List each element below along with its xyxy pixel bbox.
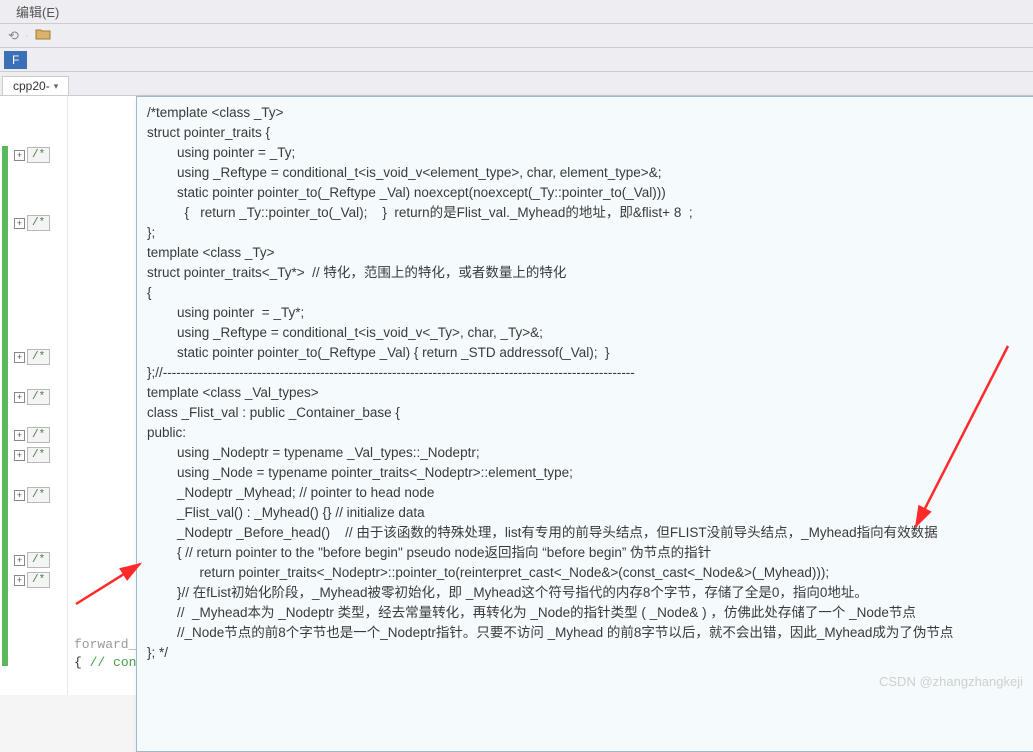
gutter-row: +/* bbox=[0, 146, 67, 164]
tooltip-line: _Nodeptr _Myhead; // pointer to head nod… bbox=[147, 483, 1033, 503]
folded-comment-marker[interactable]: /* bbox=[27, 552, 50, 568]
tooltip-line: };//------------------------------------… bbox=[147, 363, 1033, 383]
folded-comment-marker[interactable]: /* bbox=[27, 349, 50, 365]
tooltip-line: // _Myhead本为 _Nodeptr 类型，经去常量转化，再转化为 _No… bbox=[147, 603, 1033, 623]
folded-comment-marker[interactable]: /* bbox=[27, 215, 50, 231]
gutter-row: +/* bbox=[0, 551, 67, 569]
tooltip-line: struct pointer_traits { bbox=[147, 123, 1033, 143]
gutter-row: +/* bbox=[0, 348, 67, 366]
tooltip-line: public: bbox=[147, 423, 1033, 443]
tooltip-line: using pointer = _Ty*; bbox=[147, 303, 1033, 323]
folded-comment-marker[interactable]: /* bbox=[27, 389, 50, 405]
tab-cpp20[interactable]: cpp20- ▾ bbox=[2, 76, 69, 95]
tooltip-line: using _Node = typename pointer_traits<_N… bbox=[147, 463, 1033, 483]
gutter-row: +/* bbox=[0, 486, 67, 504]
tooltip-line: { bbox=[147, 283, 1033, 303]
tooltip-line: using _Reftype = conditional_t<is_void_v… bbox=[147, 323, 1033, 343]
tooltip-line: _Nodeptr _Before_head() // 由于该函数的特殊处理，li… bbox=[147, 523, 1033, 543]
tab-label: cpp20- bbox=[13, 79, 50, 93]
tooltip-line: static pointer pointer_to(_Reftype _Val)… bbox=[147, 183, 1033, 203]
toolbar-row-1: ⟲ · bbox=[0, 24, 1033, 48]
code-surface[interactable]: forward_list(_CRT_GUARDOVERFLOW size_typ… bbox=[68, 96, 1033, 695]
gutter: +/*+/*+/*+/*+/*+/*+/*+/*+/* bbox=[0, 96, 68, 695]
tooltip-line: static pointer pointer_to(_Reftype _Val)… bbox=[147, 343, 1033, 363]
fold-toggle[interactable]: + bbox=[14, 392, 25, 403]
folded-comment-marker[interactable]: /* bbox=[27, 487, 50, 503]
gutter-row: +/* bbox=[0, 426, 67, 444]
tooltip-line: class _Flist_val : public _Container_bas… bbox=[147, 403, 1033, 423]
watermark: CSDN @zhangzhangkeji bbox=[879, 674, 1023, 689]
folded-comment-marker[interactable]: /* bbox=[27, 147, 50, 163]
folded-comment-marker[interactable]: /* bbox=[27, 447, 50, 463]
tooltip-line: { return _Ty::pointer_to(_Val); } return… bbox=[147, 203, 1033, 223]
fold-toggle[interactable]: + bbox=[14, 490, 25, 501]
tooltip-line: struct pointer_traits<_Ty*> // 特化，范围上的特化… bbox=[147, 263, 1033, 283]
tooltip-line: using _Reftype = conditional_t<is_void_v… bbox=[147, 163, 1033, 183]
menu-bar: 编辑(E) bbox=[0, 0, 1033, 24]
tab-bar: cpp20- ▾ bbox=[0, 72, 1033, 96]
fold-toggle[interactable]: + bbox=[14, 150, 25, 161]
fold-toggle[interactable]: + bbox=[14, 218, 25, 229]
gutter-row: +/* bbox=[0, 214, 67, 232]
tooltip-line: }; */ bbox=[147, 643, 1033, 663]
tooltip-line: { // return pointer to the "before begin… bbox=[147, 543, 1033, 563]
code-editor[interactable]: +/*+/*+/*+/*+/*+/*+/*+/*+/* forward_list… bbox=[0, 96, 1033, 695]
gutter-row: +/* bbox=[0, 446, 67, 464]
tooltip-line: template <class _Ty> bbox=[147, 243, 1033, 263]
fold-toggle[interactable]: + bbox=[14, 430, 25, 441]
toolbar-row-2: F bbox=[0, 48, 1033, 72]
fold-toggle[interactable]: + bbox=[14, 575, 25, 586]
gutter-row: +/* bbox=[0, 571, 67, 589]
tooltip-line: using _Nodeptr = typename _Val_types::_N… bbox=[147, 443, 1033, 463]
tooltip-line: //_Node节点的前8个字节也是一个_Nodeptr指针。只要不访问 _Myh… bbox=[147, 623, 1033, 643]
fold-toggle[interactable]: + bbox=[14, 555, 25, 566]
tooltip-line: /*template <class _Ty> bbox=[147, 103, 1033, 123]
gutter-row: +/* bbox=[0, 388, 67, 406]
fold-toggle[interactable]: + bbox=[14, 352, 25, 363]
tooltip-panel: /*template <class _Ty>struct pointer_tra… bbox=[136, 96, 1033, 752]
f-button[interactable]: F bbox=[4, 51, 27, 69]
folder-icon[interactable] bbox=[35, 28, 51, 43]
folded-comment-marker[interactable]: /* bbox=[27, 427, 50, 443]
tooltip-line: template <class _Val_types> bbox=[147, 383, 1033, 403]
menu-edit[interactable]: 编辑(E) bbox=[8, 0, 67, 23]
tooltip-line: using pointer = _Ty; bbox=[147, 143, 1033, 163]
history-back-icon[interactable]: ⟲ bbox=[8, 28, 19, 44]
folded-comment-marker[interactable]: /* bbox=[27, 572, 50, 588]
tooltip-line: }; bbox=[147, 223, 1033, 243]
tooltip-line: }// 在fList初始化阶段，_Myhead被零初始化，即 _Myhead这个… bbox=[147, 583, 1033, 603]
tooltip-line: _Flist_val() : _Myhead() {} // initializ… bbox=[147, 503, 1033, 523]
fold-toggle[interactable]: + bbox=[14, 450, 25, 461]
tooltip-line: return pointer_traits<_Nodeptr>::pointer… bbox=[147, 563, 1033, 583]
toolbar-separator: · bbox=[25, 28, 29, 43]
chevron-down-icon[interactable]: ▾ bbox=[54, 81, 59, 92]
